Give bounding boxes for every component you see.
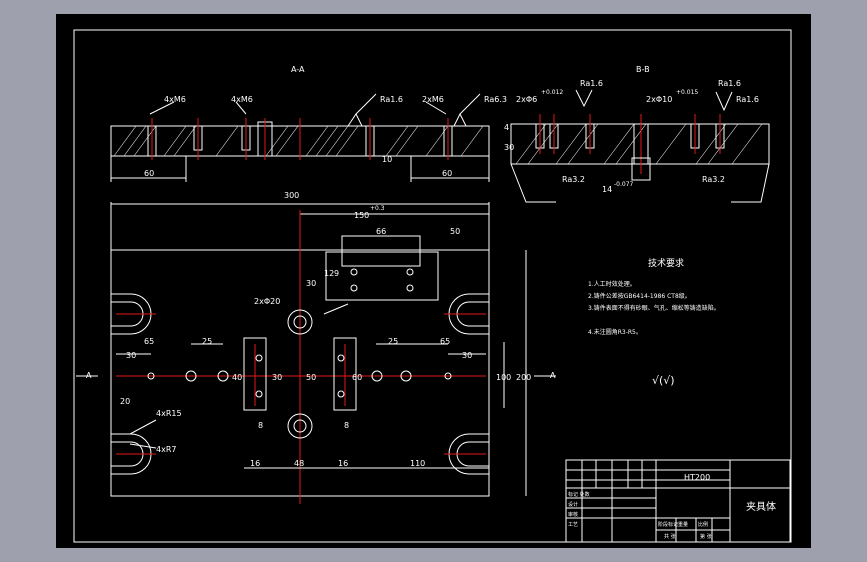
- tech-req-heading: 技术要求: [648, 257, 684, 269]
- title-block-material: HT200: [684, 473, 710, 482]
- dim-50: 50: [450, 227, 460, 236]
- dim-30-center: 30: [272, 373, 282, 382]
- dim-20: 20: [120, 397, 130, 406]
- cad-viewport[interactable]: A-A 4xM6 4xM6 Ra1.6 2xM6 Ra6.3 60 60 10 …: [0, 0, 867, 562]
- title-block-part-name: 夹具体: [746, 500, 776, 513]
- dim-8-right: 8: [344, 421, 349, 430]
- bb-tol-left: +0.012: [541, 89, 563, 96]
- title-block-footer: 重量: [678, 521, 688, 528]
- bb-slot: 14: [602, 185, 612, 194]
- dim-48: 48: [294, 459, 304, 468]
- title-block-footer: 阶段标记: [658, 521, 678, 528]
- aa-roughness-mid: Ra1.6: [380, 95, 403, 104]
- dim-hole-4xr7: 4xR7: [156, 445, 176, 454]
- dim-hole-4xr15: 4xR15: [156, 409, 182, 418]
- dim-30-left: 30: [126, 351, 136, 360]
- title-block-row: 标记 处数: [568, 491, 590, 498]
- dim-overall-width: 300: [284, 191, 299, 200]
- section-aa-title: A-A: [291, 65, 305, 74]
- dim-65-left: 65: [144, 337, 154, 346]
- aa-hole-mid-label: 4xM6: [231, 95, 253, 104]
- dim-150: 150: [354, 211, 369, 220]
- title-block-footer: 比例: [698, 521, 708, 528]
- aa-dim-left: 60: [144, 169, 154, 178]
- bb-dim-small: 4: [504, 123, 509, 132]
- drawing-canvas: A-A 4xM6 4xM6 Ra1.6 2xM6 Ra6.3 60 60 10 …: [73, 29, 792, 543]
- dim-60: 60: [352, 373, 362, 382]
- title-block: [565, 459, 791, 543]
- plan-view: [76, 202, 556, 504]
- drawing-frame: [73, 29, 792, 543]
- title-block-footer: 第 张: [700, 533, 712, 540]
- bb-holes-left: 2xΦ6: [516, 95, 537, 104]
- dim-hole-2x20: 2xΦ20: [254, 297, 280, 306]
- title-block-row: 工艺: [568, 522, 578, 528]
- tech-req-item: 3.铸件表面不得有砂眼、气孔、缩松等铸造缺陷。: [588, 304, 720, 312]
- aa-dim-right: 60: [442, 169, 452, 178]
- bb-roughness-top-right-2: Ra1.6: [736, 95, 759, 104]
- dim-9: 9: [334, 269, 339, 278]
- section-bb-title: B-B: [636, 65, 650, 74]
- dim-65-right: 65: [440, 337, 450, 346]
- tech-req-item: 4.未注圆角R3-R5。: [588, 328, 642, 336]
- bb-dim-height: 30: [504, 143, 514, 152]
- aa-dim-depth: 10: [382, 155, 392, 164]
- dim-50-center: 50: [306, 373, 316, 382]
- dim-16-left: 16: [250, 459, 260, 468]
- dim-40: 40: [232, 373, 242, 382]
- tech-req-item: 2.铸件公差按GB6414-1986 CT8级。: [588, 292, 691, 300]
- aa-roughness-right: Ra6.3: [484, 95, 507, 104]
- dim-25-left: 25: [202, 337, 212, 346]
- bb-slot-tol: -0.077: [614, 181, 634, 188]
- bb-roughness-top-left: Ra1.6: [580, 79, 603, 88]
- drawing-sheet: A-A 4xM6 4xM6 Ra1.6 2xM6 Ra6.3 60 60 10 …: [56, 14, 811, 548]
- bb-roughness-top-right-1: Ra1.6: [718, 79, 741, 88]
- section-mark-left: A: [86, 371, 92, 380]
- general-roughness-symbol: √(√): [652, 374, 675, 387]
- dim-100: 100: [496, 373, 511, 382]
- section-mark-right: A: [550, 371, 556, 380]
- tech-req-item: 1.人工时效处理。: [588, 280, 636, 288]
- dim-12: 12: [324, 269, 334, 278]
- section-bb-view: [510, 89, 770, 203]
- dim-30-top: 30: [306, 279, 316, 288]
- bb-holes-right: 2xΦ10: [646, 95, 672, 104]
- dim-150-tol: +0.3: [370, 205, 385, 212]
- dim-25-right: 25: [388, 337, 398, 346]
- aa-hole-right-label: 2xM6: [422, 95, 444, 104]
- title-block-footer: 共 张: [664, 533, 676, 540]
- section-aa-view: [110, 93, 490, 182]
- dim-110: 110: [410, 459, 425, 468]
- title-block-row: 审核: [568, 511, 578, 518]
- dim-16-right: 16: [338, 459, 348, 468]
- bb-tol-right: +0.015: [676, 89, 698, 96]
- aa-hole-left-label: 4xM6: [164, 95, 186, 104]
- dim-66: 66: [376, 227, 386, 236]
- dim-8-left: 8: [258, 421, 263, 430]
- dim-30-right: 30: [462, 351, 472, 360]
- title-block-row: 设计: [568, 501, 578, 508]
- bb-roughness-bottom-right: Ra3.2: [702, 175, 725, 184]
- bb-roughness-bottom-left: Ra3.2: [562, 175, 585, 184]
- dim-200: 200: [516, 373, 531, 382]
